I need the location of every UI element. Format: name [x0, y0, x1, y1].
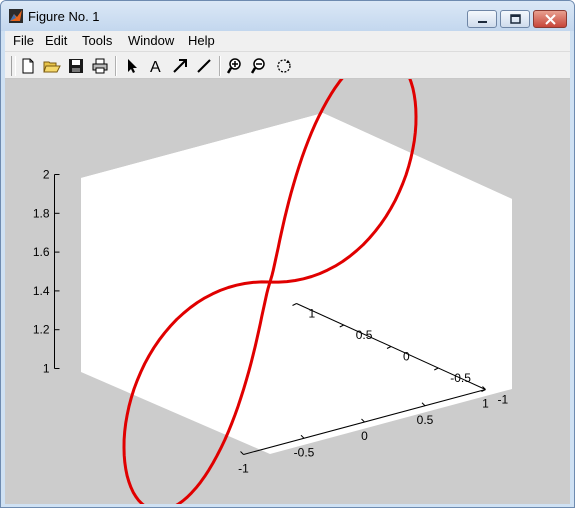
- axis-line: [240, 451, 244, 455]
- toolbar-grip[interactable]: [11, 56, 16, 76]
- menu-window[interactable]: Window: [128, 33, 174, 48]
- figure-window: Figure No. 1 File Edit Tools Window Help: [0, 0, 575, 508]
- z-tick-label: 1.2: [33, 323, 50, 337]
- toolbar-separator: [219, 56, 221, 76]
- menu-help[interactable]: Help: [188, 33, 215, 48]
- x-tick-label: -1: [238, 462, 249, 476]
- menu-file[interactable]: File: [13, 33, 34, 48]
- toolbar-separator: [115, 56, 117, 76]
- y-tick-label: -1: [498, 393, 509, 407]
- z-tick-label: 1: [43, 362, 50, 376]
- minimize-icon: [478, 21, 487, 23]
- menu-bar: File Edit Tools Window Help: [5, 31, 570, 51]
- zoom-out-icon[interactable]: [251, 57, 269, 75]
- z-tick-label: 1.6: [33, 245, 50, 259]
- title-bar[interactable]: Figure No. 1: [1, 1, 574, 31]
- menu-edit[interactable]: Edit: [45, 33, 67, 48]
- svg-text:A: A: [150, 59, 161, 75]
- figure-canvas[interactable]: -1 -0.5 0 0.5 1 -1 -0.5 0 0.5 1 1 1.2 1.4 1.6 1.8 2: [5, 51, 570, 507]
- y-tick-label: 0.5: [356, 328, 373, 342]
- y-tick-label: -0.5: [450, 371, 471, 385]
- edit-plot-arrow-icon[interactable]: [123, 57, 141, 75]
- plot-3d[interactable]: -1 -0.5 0 0.5 1 -1 -0.5 0 0.5 1 1 1.2 1.4 1.6 1.8 2: [5, 51, 570, 507]
- x-tick-label: 0.5: [417, 413, 434, 427]
- x-tick-label: -0.5: [294, 445, 315, 459]
- y-tick-label: 1: [309, 307, 316, 321]
- z-tick-label: 1.8: [33, 206, 50, 220]
- zoom-in-icon[interactable]: [227, 57, 245, 75]
- insert-text-icon[interactable]: A: [147, 57, 165, 75]
- figure-toolbar: A: [5, 51, 570, 79]
- close-icon: [545, 14, 556, 25]
- x-tick-label: 0: [361, 429, 368, 443]
- matlab-logo-icon: [9, 9, 23, 23]
- close-button[interactable]: [533, 10, 567, 28]
- save-icon[interactable]: [67, 57, 85, 75]
- window-title: Figure No. 1: [28, 9, 100, 24]
- new-figure-icon[interactable]: [19, 57, 37, 75]
- print-icon[interactable]: [91, 57, 109, 75]
- x-tick-label: 1: [482, 397, 489, 411]
- menu-tools[interactable]: Tools: [82, 33, 112, 48]
- maximize-icon: [510, 14, 521, 24]
- z-tick-label: 1.4: [33, 284, 50, 298]
- insert-arrow-icon[interactable]: [171, 57, 189, 75]
- y-tick-label: 0: [403, 350, 410, 364]
- z-tick-label: 2: [43, 168, 50, 182]
- minimize-button[interactable]: [467, 10, 497, 28]
- rotate-3d-icon[interactable]: [275, 57, 293, 75]
- insert-line-icon[interactable]: [195, 57, 213, 75]
- maximize-button[interactable]: [500, 10, 530, 28]
- open-file-icon[interactable]: [43, 57, 61, 75]
- axes-box-face: [81, 113, 512, 454]
